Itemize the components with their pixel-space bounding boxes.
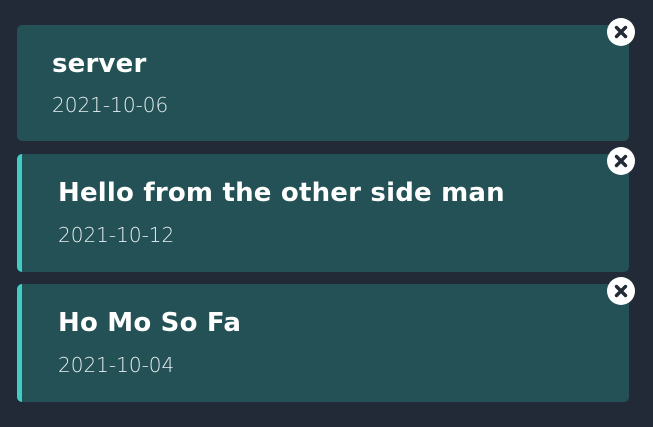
delete-note-button[interactable] [607,147,635,175]
close-icon [614,25,628,39]
note-title: server [52,49,147,79]
close-icon [614,154,628,168]
note-card[interactable]: Hello from the other side man 2021-10-12 [17,154,629,272]
note-title: Ho Mo So Fa [58,308,242,338]
note-card[interactable]: server 2021-10-06 [17,25,629,141]
delete-note-button[interactable] [607,18,635,46]
note-card[interactable]: Ho Mo So Fa 2021-10-04 [17,284,629,402]
close-icon [614,284,628,298]
delete-note-button[interactable] [607,277,635,305]
note-date: 2021-10-06 [52,93,169,117]
note-title: Hello from the other side man [58,178,505,208]
note-date: 2021-10-12 [58,223,175,247]
note-date: 2021-10-04 [58,353,175,377]
